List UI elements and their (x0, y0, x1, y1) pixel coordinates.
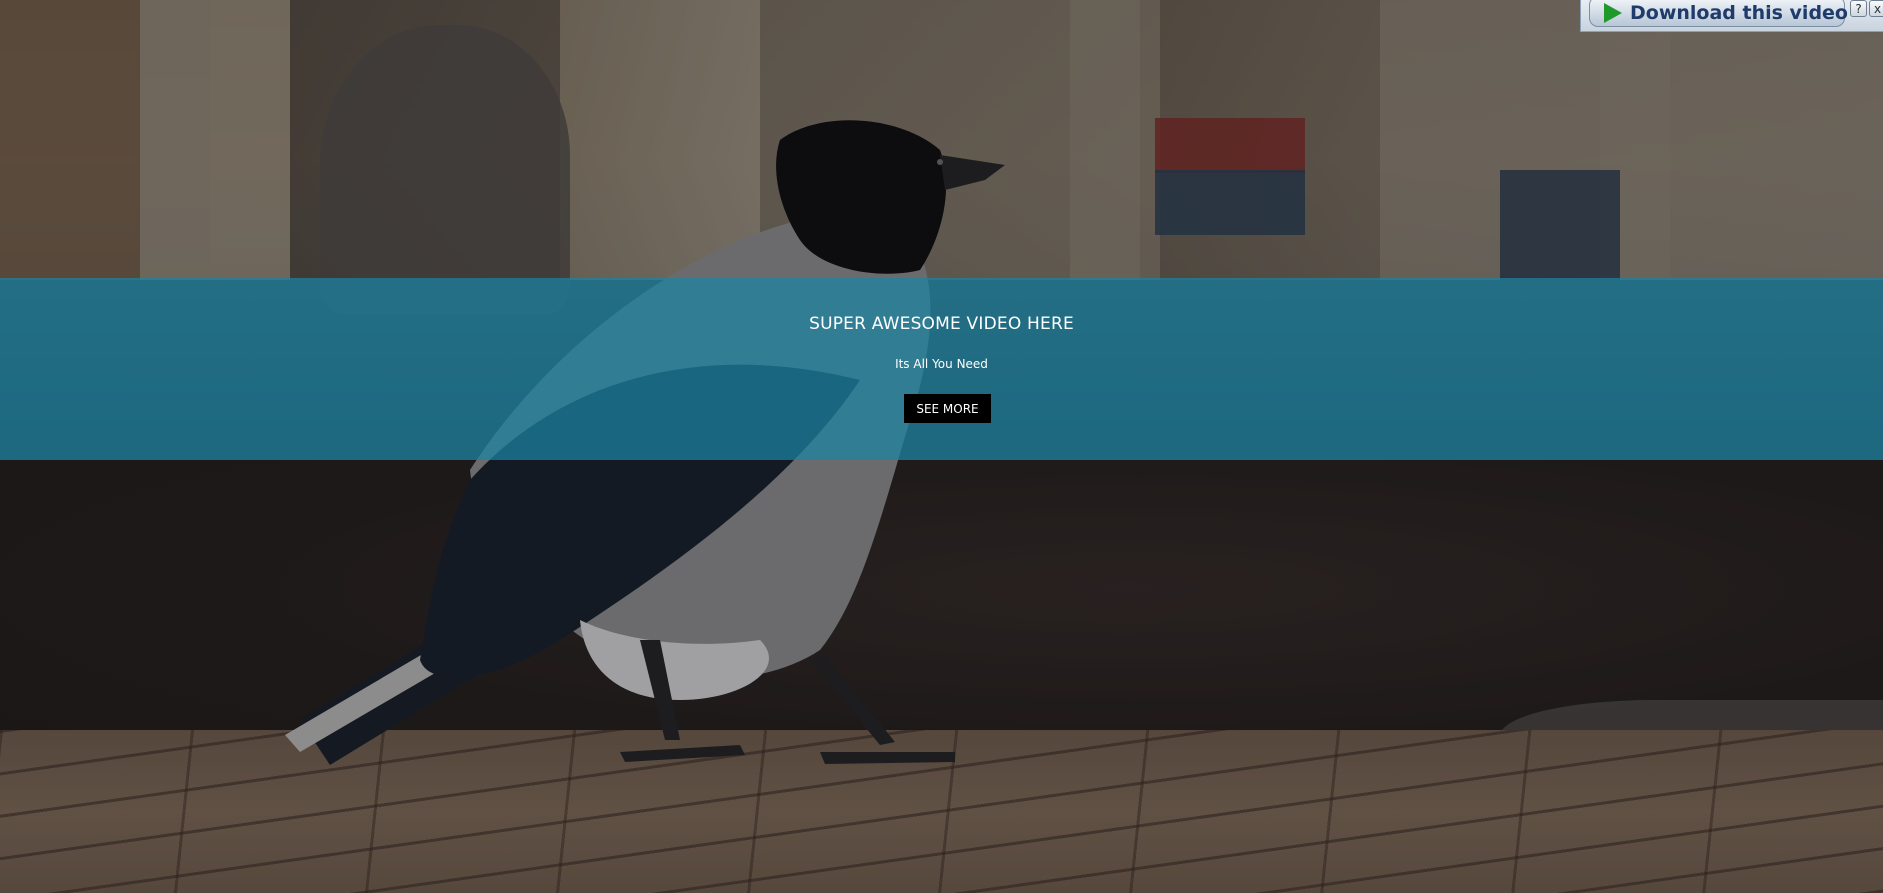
play-icon (1604, 2, 1622, 23)
download-video-button[interactable]: Download this video (1589, 0, 1848, 27)
help-button[interactable]: ? (1850, 0, 1867, 17)
download-label: Download this video (1630, 1, 1848, 24)
hero-subtitle: Its All You Need (895, 357, 988, 371)
see-more-button[interactable]: SEE MORE (904, 394, 991, 423)
close-button[interactable]: x (1869, 0, 1883, 17)
hero-title: SUPER AWESOME VIDEO HERE (809, 314, 1074, 334)
video-hero-page: SUPER AWESOME VIDEO HERE Its All You Nee… (0, 0, 1883, 893)
download-toolbar: Download this video ? x (1580, 0, 1883, 32)
